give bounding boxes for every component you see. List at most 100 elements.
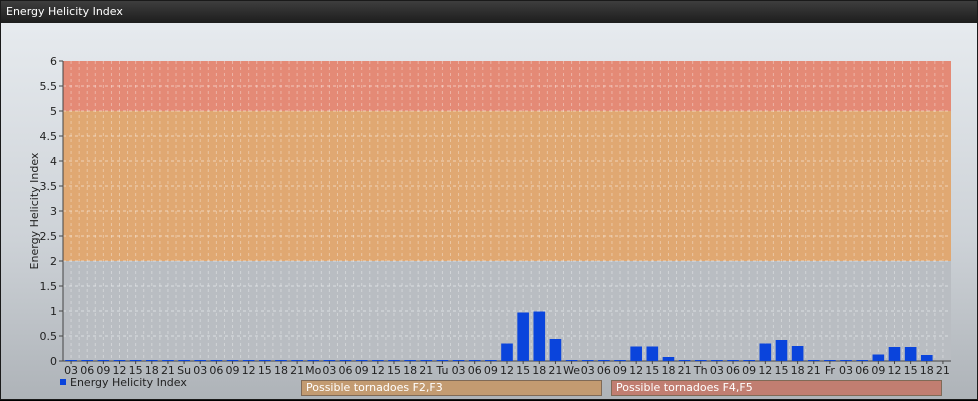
legend[interactable]: Energy Helicity Index (60, 375, 187, 389)
x-tick-label: 21 (807, 364, 821, 377)
x-tick-label: 06 (855, 364, 869, 377)
bar (372, 360, 384, 361)
x-tick-label: 12 (500, 364, 514, 377)
bar (743, 360, 755, 361)
y-axis-label: Energy Helicity Index (28, 152, 41, 269)
x-tick-label: 18 (791, 364, 805, 377)
x-tick-label: Mo (305, 364, 321, 377)
x-tick-label: 09 (742, 364, 756, 377)
x-tick-label: 09 (355, 364, 369, 377)
y-tick-label: 5.5 (40, 80, 58, 93)
y-tick-label: 4.5 (40, 130, 58, 143)
x-tick-label: 12 (629, 364, 643, 377)
y-tick-label: 1.5 (40, 280, 58, 293)
x-tick-label: 03 (452, 364, 466, 377)
bar (145, 360, 158, 361)
bar (711, 360, 723, 361)
bar (291, 360, 303, 361)
x-tick-label: 06 (468, 364, 482, 377)
chart-widget: Energy Helicity Index 0 0.5 1 1.5 2 2.5 3 3.5 4 4… (0, 0, 978, 400)
x-tick-label: 18 (274, 364, 288, 377)
bar (468, 360, 481, 361)
x-tick-label: We (563, 364, 580, 377)
bar (791, 346, 804, 361)
bar (129, 360, 142, 361)
bar (807, 360, 820, 361)
bar (388, 360, 400, 361)
bar (178, 360, 190, 361)
bar (872, 354, 885, 361)
x-tick-label: 06 (726, 364, 740, 377)
x-tick-label: 12 (758, 364, 772, 377)
y-tick-label: 3.5 (40, 180, 58, 193)
legend-swatch (60, 379, 66, 385)
x-tick-label: 09 (871, 364, 885, 377)
x-tick-label: 03 (322, 364, 336, 377)
bar (727, 360, 739, 361)
bar (210, 360, 223, 361)
bar (662, 357, 675, 361)
bar (404, 360, 416, 361)
x-tick-label: 15 (645, 364, 659, 377)
bar (565, 360, 578, 361)
x-tick-label: 18 (661, 364, 675, 377)
bar (678, 360, 691, 361)
x-tick-label: 15 (516, 364, 530, 377)
x-tick-label: 18 (920, 364, 934, 377)
zone-label-f4-f5: Possible tornadoes F4,F5 (611, 380, 942, 396)
x-tick-label: 03 (193, 364, 207, 377)
bar (694, 360, 707, 361)
x-tick-label: 12 (371, 364, 385, 377)
bar (420, 360, 433, 361)
x-tick-label: 15 (258, 364, 272, 377)
x-tick-label: 06 (597, 364, 611, 377)
bar (65, 360, 77, 361)
bar (242, 360, 255, 361)
x-tick-label: 21 (936, 364, 950, 377)
x-tick-label: 15 (387, 364, 401, 377)
x-tick-label: 21 (419, 364, 433, 377)
bar (581, 360, 594, 361)
bar (485, 360, 497, 361)
x-tick-label: 15 (774, 364, 788, 377)
bar (533, 311, 546, 361)
bar (840, 360, 852, 361)
x-tick-label: Fr (825, 364, 836, 377)
bar (501, 343, 513, 361)
bar (97, 360, 110, 361)
bar (598, 360, 610, 361)
y-tick-label: 2.5 (40, 230, 58, 243)
x-tick-label: 21 (290, 364, 304, 377)
y-tick-label: 1 (50, 305, 57, 318)
bar (355, 360, 368, 361)
y-tick-label: 3 (50, 205, 57, 218)
bar (646, 346, 659, 361)
bar (775, 340, 788, 361)
x-tick-label: 06 (209, 364, 223, 377)
bar (904, 347, 917, 361)
y-tick-label: 2 (50, 255, 57, 268)
x-tick-label: 12 (242, 364, 256, 377)
bar (275, 360, 287, 361)
bar (549, 339, 562, 361)
x-tick-label: 12 (887, 364, 901, 377)
bar (194, 360, 207, 361)
bar (888, 347, 901, 361)
x-tick-label: 21 (678, 364, 692, 377)
y-tick-label: 6 (50, 55, 57, 68)
bar (856, 360, 869, 361)
bar (759, 343, 772, 361)
x-tick-label: 15 (904, 364, 918, 377)
legend-label: Energy Helicity Index (70, 375, 187, 389)
x-tick-label: 03 (839, 364, 853, 377)
x-tick-label: 21 (548, 364, 562, 377)
x-tick-label: 03 (710, 364, 724, 377)
x-tick-label: 09 (613, 364, 627, 377)
bar (630, 346, 642, 361)
bar (920, 355, 933, 361)
bar (226, 360, 239, 361)
x-tick-label: 09 (226, 364, 240, 377)
x-tick-label: 18 (403, 364, 417, 377)
chart-canvas: 0 0.5 1 1.5 2 2.5 3 3.5 4 4.5 5 5.5 6 Energy Helicity… (28, 55, 951, 377)
x-tick-label: 03 (581, 364, 595, 377)
